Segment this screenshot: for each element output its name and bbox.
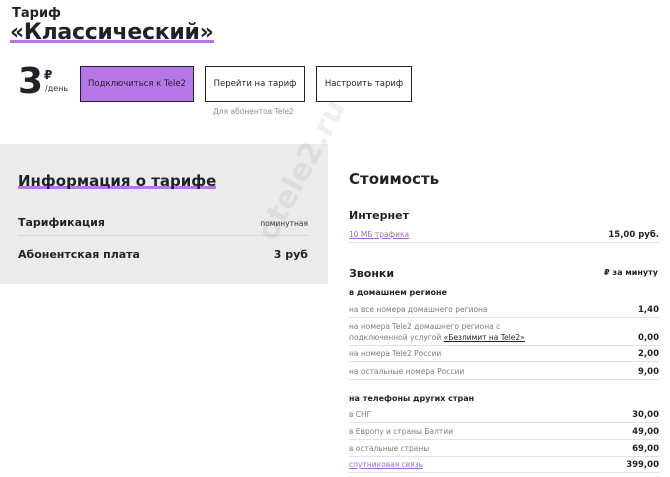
call-price: 399,00 bbox=[626, 460, 659, 470]
call-desc-line1: на номера Tele2 домашнего региона с bbox=[349, 322, 501, 331]
internet-price: 15,00 руб. bbox=[608, 230, 659, 240]
call-price: 49,00 bbox=[632, 427, 659, 437]
internet-title: Интернет bbox=[349, 209, 409, 222]
setup-tariff-button[interactable]: Настроить тариф bbox=[316, 66, 412, 102]
fee-row: Абонентская плата 3 руб bbox=[18, 248, 308, 261]
call-desc: в Европу и страны Балтии bbox=[349, 427, 454, 436]
call-desc: на остальные номера России bbox=[349, 367, 465, 376]
info-title: Информация о тарифе bbox=[18, 172, 217, 190]
call-desc: на все номера домашнего региона bbox=[349, 305, 488, 314]
foreign-title: на телефоны других стран bbox=[349, 394, 475, 403]
satellite-link[interactable]: спутниковая связь bbox=[349, 459, 423, 470]
connect-button[interactable]: Подключиться к Tele2 bbox=[80, 66, 194, 102]
call-desc: в остальные страны bbox=[349, 444, 430, 453]
call-price: 0,00 bbox=[638, 333, 659, 343]
home-region-title: в домашнем регионе bbox=[349, 288, 447, 297]
per-minute-label: ₽ за минуту bbox=[604, 268, 658, 277]
list-item: на номера Tele2 домашнего региона с подк… bbox=[349, 321, 659, 346]
subscribers-note: Для абонентов Tele2 bbox=[213, 107, 294, 116]
info-title-text: Информация о тарифе bbox=[18, 172, 217, 190]
call-price: 1,40 bbox=[638, 305, 659, 315]
call-price: 69,00 bbox=[632, 444, 659, 454]
switch-tariff-button[interactable]: Перейти на тариф bbox=[205, 66, 305, 102]
calls-title: Звонки bbox=[349, 267, 395, 280]
tariff-name-text: «Классический» bbox=[10, 20, 214, 45]
price-amount: 3 bbox=[18, 61, 44, 102]
call-desc: на номера Tele2 России bbox=[349, 349, 442, 358]
call-desc-line2: подключенной услугой bbox=[349, 333, 444, 342]
call-price: 2,00 bbox=[638, 349, 659, 359]
list-item: в СНГ 30,00 bbox=[349, 409, 659, 423]
billing-label: Тарификация bbox=[18, 216, 105, 229]
price-currency: ₽ bbox=[44, 68, 53, 82]
unlimited-tele2-link[interactable]: «Безлимит на Tele2» bbox=[444, 333, 525, 342]
internet-row: 10 МБ трафика 15,00 руб. bbox=[349, 229, 659, 243]
call-price: 30,00 bbox=[632, 410, 659, 420]
list-item: на остальные номера России 9,00 bbox=[349, 366, 659, 380]
list-item: спутниковая связь 399,00 bbox=[349, 459, 659, 473]
internet-desc-link[interactable]: 10 МБ трафика bbox=[349, 229, 409, 240]
list-item: в Европу и страны Балтии 49,00 bbox=[349, 426, 659, 440]
tariff-name: «Классический» bbox=[10, 20, 214, 45]
call-price: 9,00 bbox=[638, 367, 659, 377]
fee-value: 3 руб bbox=[273, 248, 308, 261]
list-item: в остальные страны 69,00 bbox=[349, 443, 659, 457]
call-desc: в СНГ bbox=[349, 410, 372, 419]
fee-label: Абонентская плата bbox=[18, 248, 140, 261]
price-period: /день bbox=[45, 84, 69, 93]
list-item: на все номера домашнего региона 1,40 bbox=[349, 304, 659, 318]
list-item: на номера Tele2 России 2,00 bbox=[349, 348, 659, 362]
tariff-label: Тариф bbox=[12, 6, 61, 21]
cost-title: Стоимость bbox=[349, 170, 440, 188]
call-desc: на номера Tele2 домашнего региона с подк… bbox=[349, 321, 525, 343]
